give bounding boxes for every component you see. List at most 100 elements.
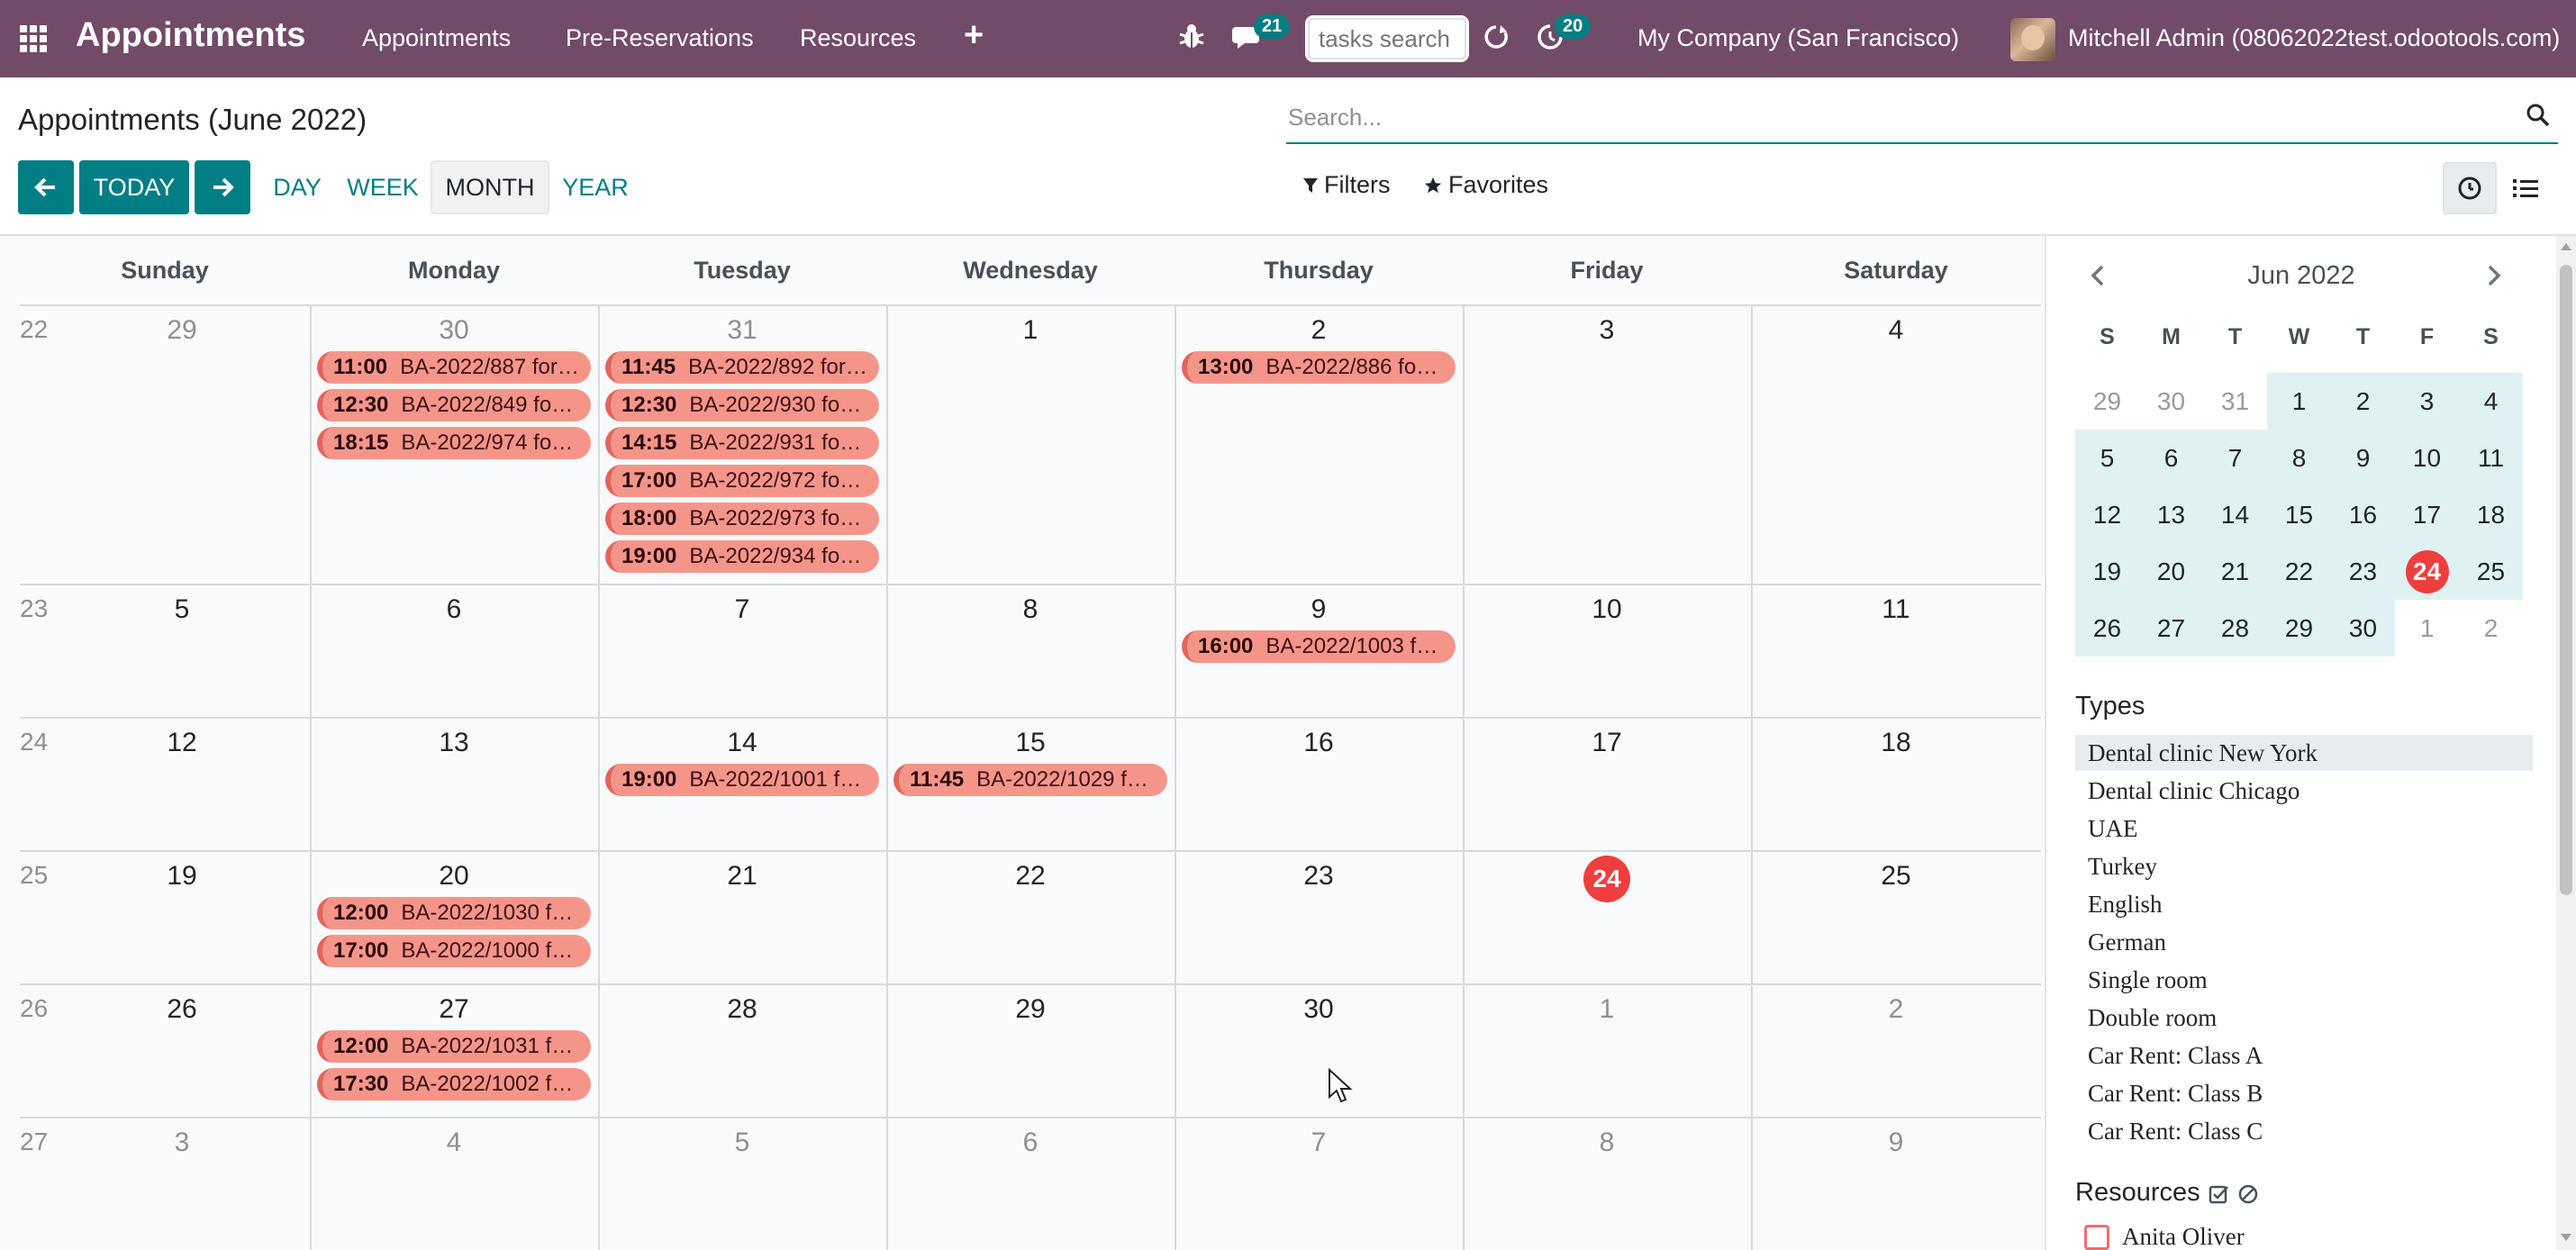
scale-month-button[interactable]: MONTH bbox=[431, 160, 549, 214]
day-number[interactable]: 17 bbox=[1580, 728, 1634, 758]
day-number[interactable]: 3 bbox=[1580, 315, 1634, 346]
mini-calendar-day[interactable]: 7 bbox=[2203, 430, 2267, 486]
day-number[interactable]: 9 bbox=[1869, 1128, 1923, 1158]
mini-calendar-day[interactable]: 26 bbox=[2075, 600, 2139, 657]
scroll-down-arrow[interactable] bbox=[2561, 1234, 2571, 1241]
appointment-event[interactable]: 13:00 BA-2022/886 for ... bbox=[1182, 351, 1456, 384]
refresh-icon[interactable] bbox=[1483, 23, 1510, 58]
mini-calendar-day[interactable]: 10 bbox=[2395, 430, 2459, 486]
day-number[interactable]: 9 bbox=[1292, 594, 1346, 625]
appointment-event[interactable]: 14:15 BA-2022/931 for ... bbox=[605, 427, 879, 459]
mini-calendar-day[interactable]: 24 bbox=[2395, 543, 2459, 600]
search-icon[interactable] bbox=[2526, 103, 2551, 128]
day-number[interactable]: 14 bbox=[715, 728, 769, 758]
mini-calendar-day[interactable]: 16 bbox=[2331, 486, 2395, 543]
tasks-search-input[interactable] bbox=[1305, 15, 1469, 62]
day-number[interactable]: 31 bbox=[715, 315, 769, 346]
appointment-event[interactable]: 16:00 BA-2022/1003 fo... bbox=[1182, 630, 1456, 663]
today-day-number[interactable]: 24 bbox=[1583, 856, 1630, 902]
type-filter-item[interactable]: Double room bbox=[2075, 1000, 2533, 1036]
view-calendar-button[interactable] bbox=[2443, 162, 2497, 214]
today-button[interactable]: TODAY bbox=[79, 160, 189, 214]
mini-calendar-day[interactable]: 30 bbox=[2139, 373, 2203, 430]
mini-calendar-day[interactable]: 14 bbox=[2203, 486, 2267, 543]
appointment-event[interactable]: 17:00 BA-2022/1000 fo... bbox=[317, 935, 591, 967]
type-filter-item[interactable]: Car Rent: Class C bbox=[2075, 1113, 2533, 1149]
appointment-event[interactable]: 19:00 BA-2022/934 for ... bbox=[605, 540, 879, 573]
day-number[interactable]: 3 bbox=[155, 1128, 209, 1158]
mini-calendar-day[interactable]: 18 bbox=[2459, 486, 2523, 543]
mini-calendar-day[interactable]: 27 bbox=[2139, 600, 2203, 657]
day-number[interactable]: 26 bbox=[155, 994, 209, 1025]
appointment-event[interactable]: 17:30 BA-2022/1002 fo... bbox=[317, 1068, 591, 1101]
type-filter-item[interactable]: German bbox=[2075, 924, 2533, 960]
day-number[interactable]: 4 bbox=[427, 1128, 481, 1158]
select-all-check-icon[interactable] bbox=[2209, 1183, 2230, 1211]
scroll-up-arrow[interactable] bbox=[2561, 243, 2571, 250]
add-menu-button[interactable]: + bbox=[964, 16, 984, 55]
day-number[interactable]: 10 bbox=[1580, 594, 1634, 625]
appointment-event[interactable]: 12:30 BA-2022/849 for ... bbox=[317, 389, 591, 421]
mini-calendar-day[interactable]: 3 bbox=[2395, 373, 2459, 430]
mini-calendar-day[interactable]: 22 bbox=[2267, 543, 2331, 600]
day-number[interactable]: 6 bbox=[427, 594, 481, 625]
user-avatar[interactable] bbox=[2010, 18, 2055, 61]
mini-calendar-day[interactable]: 4 bbox=[2459, 373, 2523, 430]
type-filter-item[interactable]: Dental clinic Chicago bbox=[2075, 773, 2533, 809]
day-number[interactable]: 12 bbox=[155, 728, 209, 758]
next-period-button[interactable] bbox=[195, 160, 250, 214]
mini-calendar-day[interactable]: 21 bbox=[2203, 543, 2267, 600]
day-number[interactable]: 18 bbox=[1869, 728, 1923, 758]
day-number[interactable]: 7 bbox=[715, 594, 769, 625]
appointment-event[interactable]: 12:00 BA-2022/1031 fo... bbox=[317, 1030, 591, 1063]
day-number[interactable]: 2 bbox=[1869, 994, 1923, 1025]
scroll-thumb[interactable] bbox=[2560, 265, 2572, 895]
resource-filter-item[interactable]: Anita Oliver bbox=[2084, 1223, 2245, 1250]
mini-calendar-day[interactable]: 5 bbox=[2075, 430, 2139, 486]
day-number[interactable]: 15 bbox=[1003, 728, 1057, 758]
day-number[interactable]: 29 bbox=[1003, 994, 1057, 1025]
appointment-event[interactable]: 19:00 BA-2022/1001 fo... bbox=[605, 764, 879, 796]
day-number[interactable]: 7 bbox=[1292, 1128, 1346, 1158]
app-brand-title[interactable]: Appointments bbox=[76, 16, 305, 55]
apps-menu-icon[interactable] bbox=[20, 25, 47, 52]
day-number[interactable]: 4 bbox=[1869, 315, 1923, 346]
mini-calendar-day[interactable]: 2 bbox=[2459, 600, 2523, 657]
user-menu[interactable]: Mitchell Admin (08062022test.odootools.c… bbox=[2068, 24, 2560, 52]
filters-button[interactable]: Filters bbox=[1302, 171, 1391, 199]
day-number[interactable]: 6 bbox=[1003, 1128, 1057, 1158]
menu-pre-reservations[interactable]: Pre-Reservations bbox=[566, 24, 754, 52]
company-switcher[interactable]: My Company (San Francisco) bbox=[1637, 24, 1959, 52]
appointment-event[interactable]: 11:45 BA-2022/1029 fo... bbox=[893, 764, 1167, 796]
mini-calendar-day[interactable]: 19 bbox=[2075, 543, 2139, 600]
mini-calendar-day[interactable]: 20 bbox=[2139, 543, 2203, 600]
mini-calendar-day[interactable]: 12 bbox=[2075, 486, 2139, 543]
mini-calendar-day[interactable]: 15 bbox=[2267, 486, 2331, 543]
day-number[interactable]: 27 bbox=[427, 994, 481, 1025]
scale-day-button[interactable]: DAY bbox=[263, 160, 331, 214]
mini-calendar-day[interactable]: 8 bbox=[2267, 430, 2331, 486]
mini-calendar-day[interactable]: 23 bbox=[2331, 543, 2395, 600]
mini-calendar-day[interactable]: 25 bbox=[2459, 543, 2523, 600]
day-number[interactable]: 8 bbox=[1003, 594, 1057, 625]
search-input[interactable] bbox=[1286, 94, 2511, 140]
appointment-event[interactable]: 11:45 BA-2022/892 for ... bbox=[605, 351, 879, 384]
previous-period-button[interactable] bbox=[18, 160, 74, 214]
menu-resources[interactable]: Resources bbox=[800, 24, 916, 52]
mini-calendar-day[interactable]: 2 bbox=[2331, 373, 2395, 430]
appointment-event[interactable]: 18:15 BA-2022/974 for ... bbox=[317, 427, 591, 459]
day-number[interactable]: 21 bbox=[715, 861, 769, 892]
mini-calendar-day[interactable]: 11 bbox=[2459, 430, 2523, 486]
day-number[interactable]: 5 bbox=[715, 1128, 769, 1158]
type-filter-item[interactable]: UAE bbox=[2075, 811, 2533, 847]
favorites-button[interactable]: Favorites bbox=[1423, 171, 1548, 199]
mini-calendar-day[interactable]: 29 bbox=[2267, 600, 2331, 657]
type-filter-item[interactable]: Turkey bbox=[2075, 848, 2533, 884]
day-number[interactable]: 28 bbox=[715, 994, 769, 1025]
day-number[interactable]: 23 bbox=[1292, 861, 1346, 892]
day-number[interactable]: 13 bbox=[427, 728, 481, 758]
clear-selection-ban-icon[interactable] bbox=[2237, 1183, 2259, 1211]
appointment-event[interactable]: 17:00 BA-2022/972 for ... bbox=[605, 465, 879, 497]
day-number[interactable]: 19 bbox=[155, 861, 209, 892]
mini-calendar-day[interactable]: 29 bbox=[2075, 373, 2139, 430]
